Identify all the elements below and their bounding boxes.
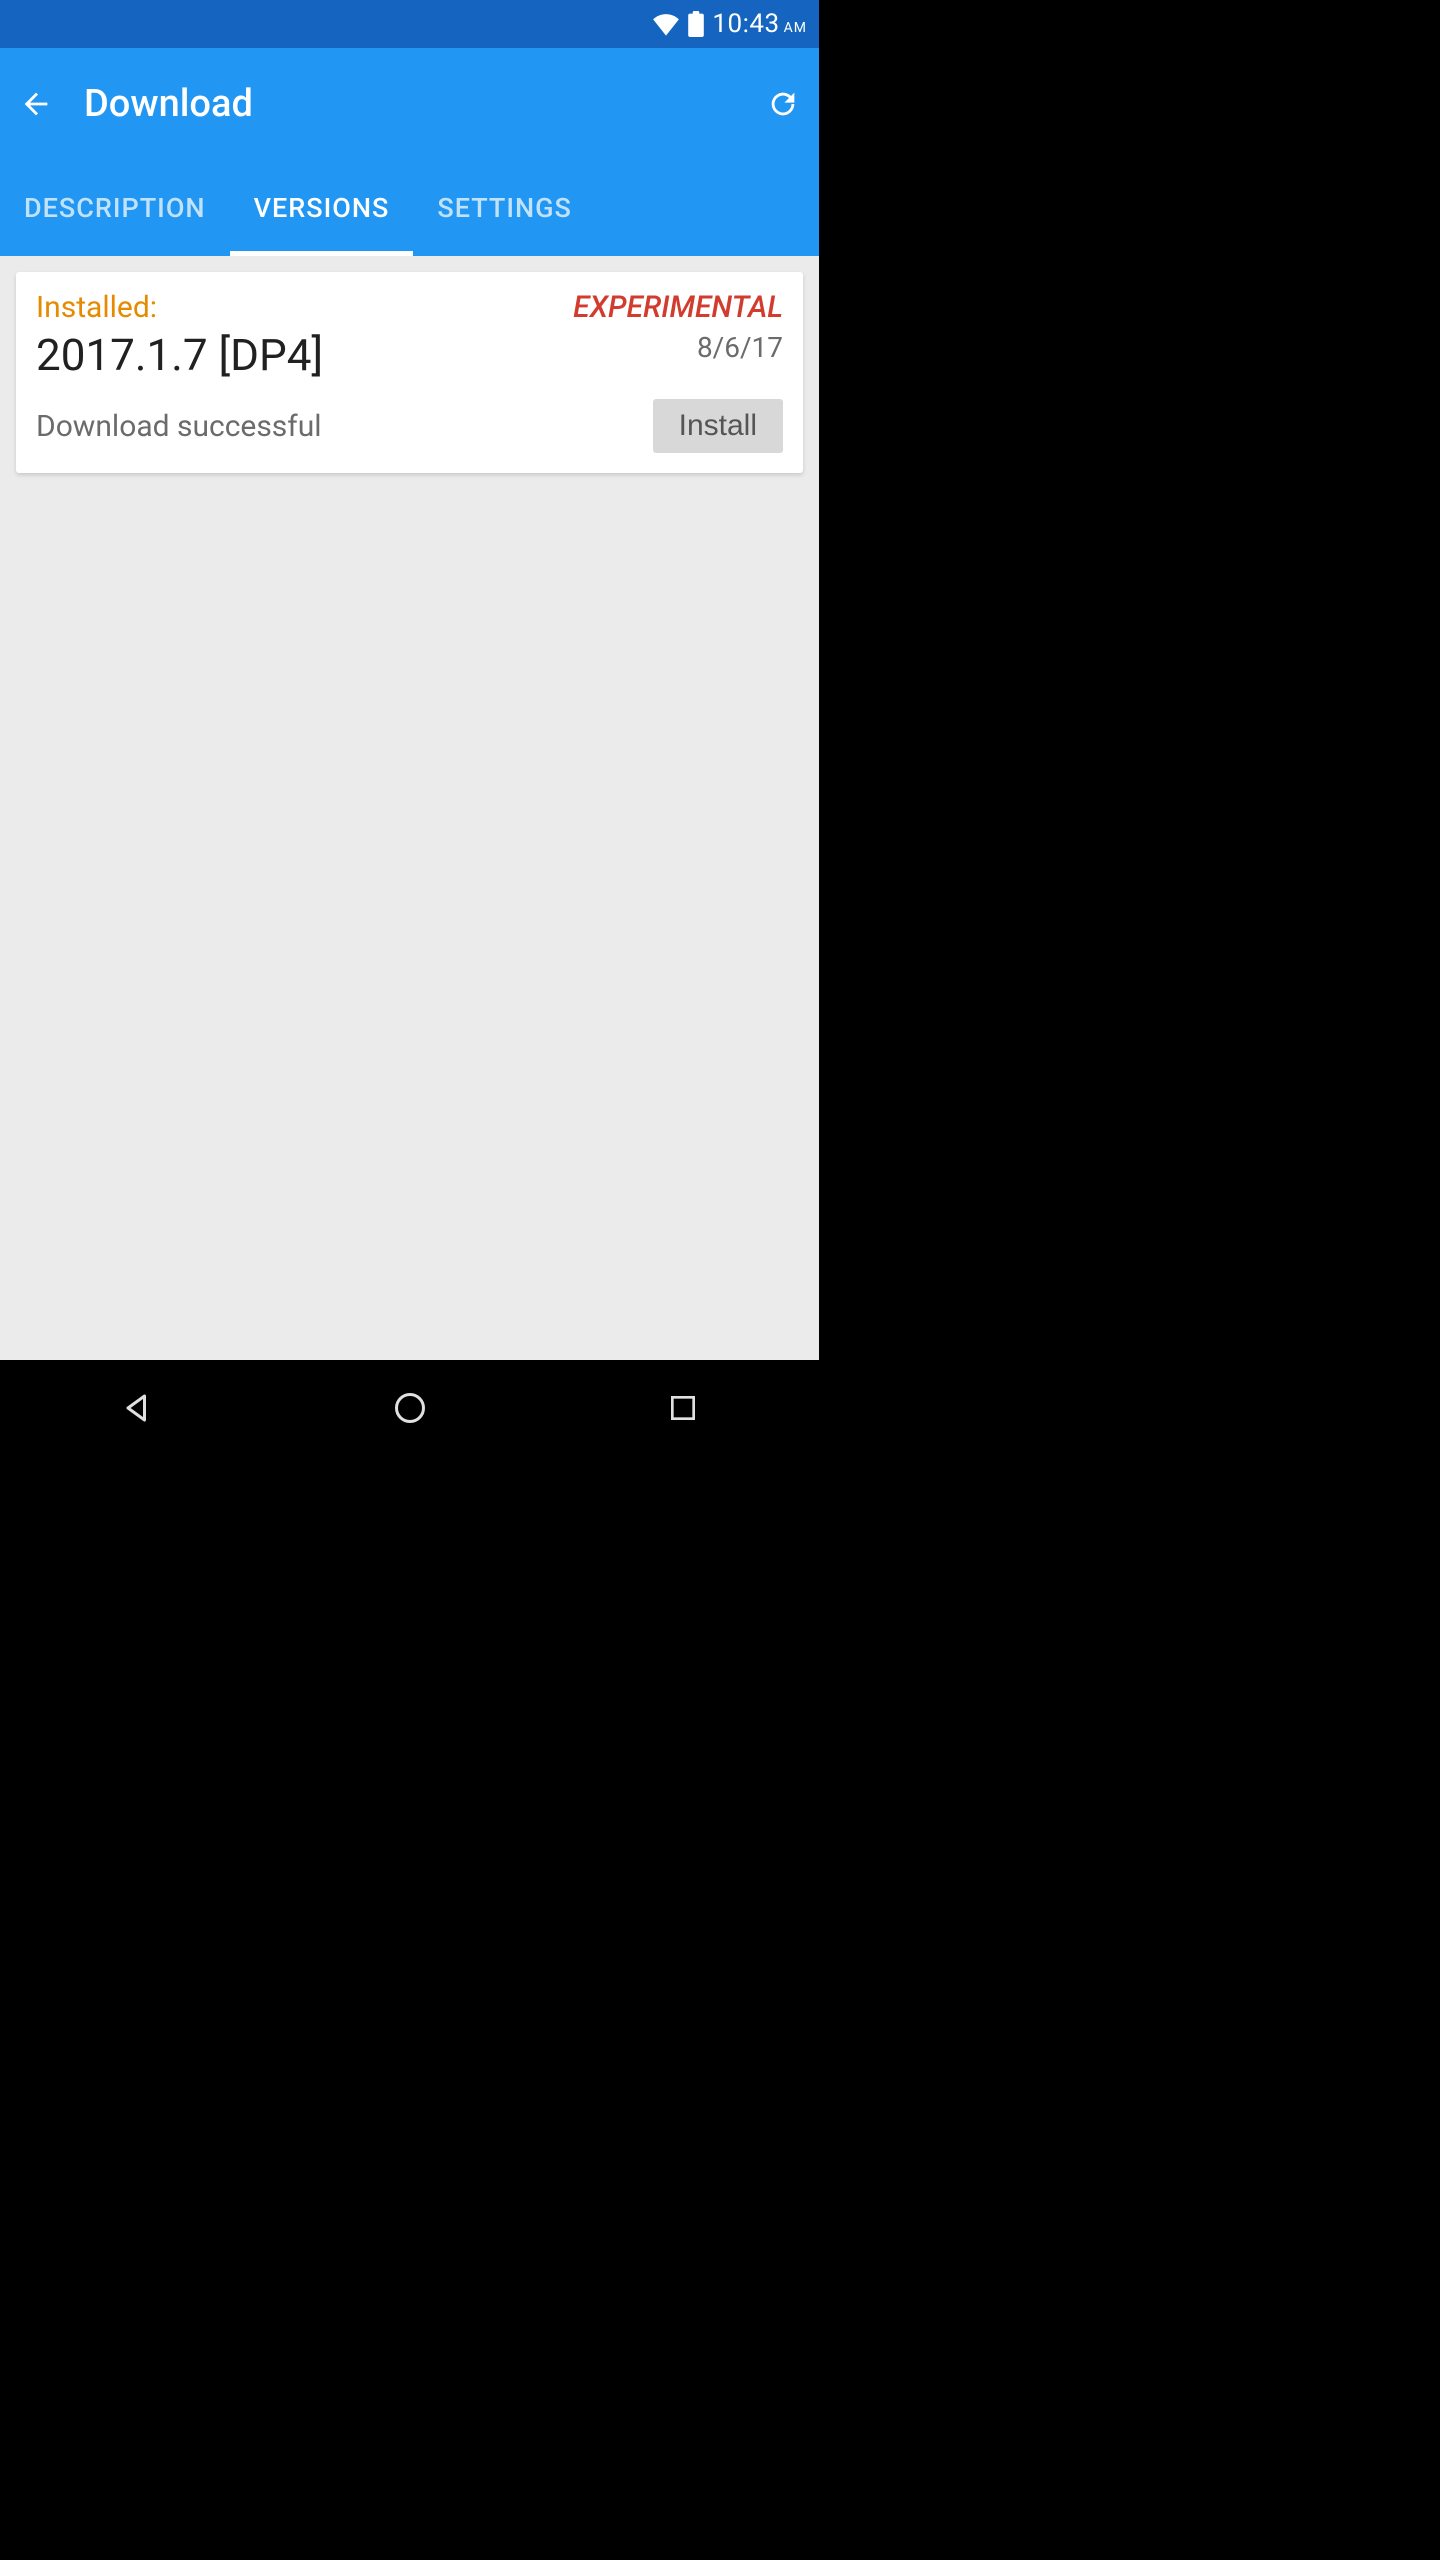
status-bar: 10:43 AM — [0, 0, 819, 48]
version-date: 8/6/17 — [697, 331, 783, 364]
back-button[interactable] — [16, 84, 56, 124]
clock-ampm: AM — [784, 20, 807, 36]
triangle-back-icon — [119, 1390, 155, 1426]
content-area: Installed: EXPERIMENTAL 2017.1.7 [DP4] 8… — [0, 256, 819, 1360]
circle-home-icon — [392, 1390, 428, 1426]
tab-description[interactable]: DESCRIPTION — [0, 160, 230, 256]
download-status: Download successful — [36, 409, 322, 444]
nav-recent-button[interactable] — [643, 1368, 723, 1448]
version-row: 2017.1.7 [DP4] 8/6/17 — [36, 333, 783, 381]
nav-home-button[interactable] — [370, 1368, 450, 1448]
refresh-button[interactable] — [763, 84, 803, 124]
card-action-row: Download successful Install — [36, 399, 783, 453]
app-title: Download — [84, 82, 735, 126]
nav-back-button[interactable] — [97, 1368, 177, 1448]
tab-versions[interactable]: VERSIONS — [230, 160, 414, 256]
screen: 10:43 AM Download DESCRIPTION VERSIONS S… — [0, 0, 819, 1456]
install-button[interactable]: Install — [653, 399, 783, 453]
tab-label: SETTINGS — [437, 192, 572, 224]
tab-bar: DESCRIPTION VERSIONS SETTINGS — [0, 160, 819, 256]
version-card: Installed: EXPERIMENTAL 2017.1.7 [DP4] 8… — [16, 272, 803, 473]
refresh-icon — [766, 87, 800, 121]
arrow-left-icon — [19, 87, 53, 121]
battery-icon — [688, 11, 704, 37]
tab-label: VERSIONS — [254, 192, 390, 224]
tab-label: DESCRIPTION — [24, 192, 206, 224]
app-bar: Download — [0, 48, 819, 160]
system-nav-bar — [0, 1360, 819, 1456]
clock-time: 10:43 — [712, 9, 779, 39]
card-header-row: Installed: EXPERIMENTAL — [36, 290, 783, 325]
tab-settings[interactable]: SETTINGS — [413, 160, 596, 256]
version-number: 2017.1.7 [DP4] — [36, 329, 323, 381]
installed-label: Installed: — [36, 290, 157, 325]
square-recent-icon — [667, 1392, 699, 1424]
experimental-badge: EXPERIMENTAL — [573, 290, 783, 325]
wifi-icon — [652, 12, 680, 36]
status-time: 10:43 AM — [712, 9, 807, 39]
